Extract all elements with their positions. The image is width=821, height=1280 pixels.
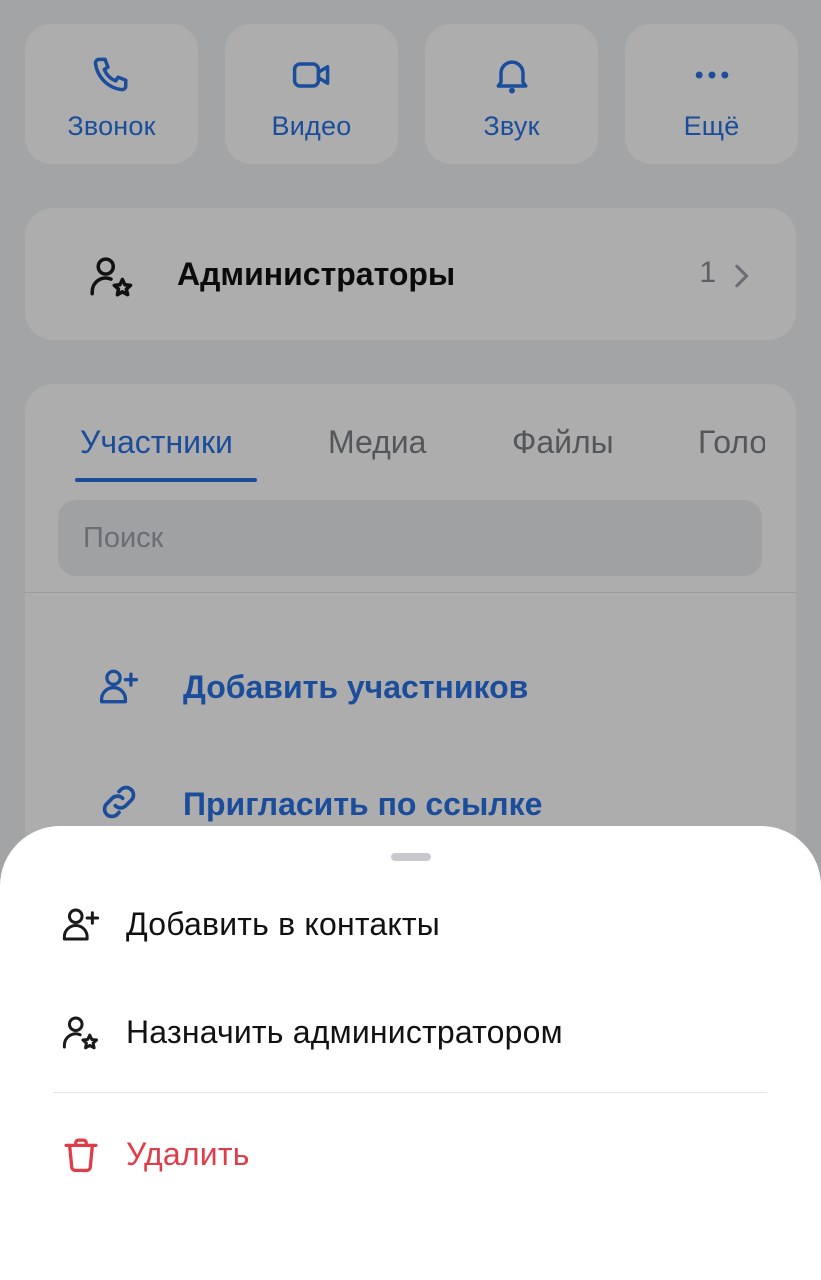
bottom-sheet: Добавить в контакты Назначить администра… bbox=[0, 826, 821, 1280]
sheet-handle[interactable] bbox=[391, 853, 431, 861]
make-admin-button[interactable]: Назначить администратором bbox=[0, 994, 821, 1074]
sheet-divider bbox=[54, 1092, 767, 1093]
delete-label: Удалить bbox=[126, 1136, 250, 1172]
user-star-icon bbox=[62, 1016, 99, 1050]
add-user-icon bbox=[62, 908, 100, 941]
add-to-contacts-button[interactable]: Добавить в контакты bbox=[0, 886, 821, 966]
delete-button[interactable]: Удалить bbox=[0, 1116, 821, 1196]
add-to-contacts-label: Добавить в контакты bbox=[126, 906, 440, 942]
trash-icon bbox=[64, 1138, 98, 1173]
group-info-screen: Звонок Видео Звук Ещё Администраторы 1 У… bbox=[0, 0, 821, 1280]
make-admin-label: Назначить администратором bbox=[126, 1014, 563, 1050]
